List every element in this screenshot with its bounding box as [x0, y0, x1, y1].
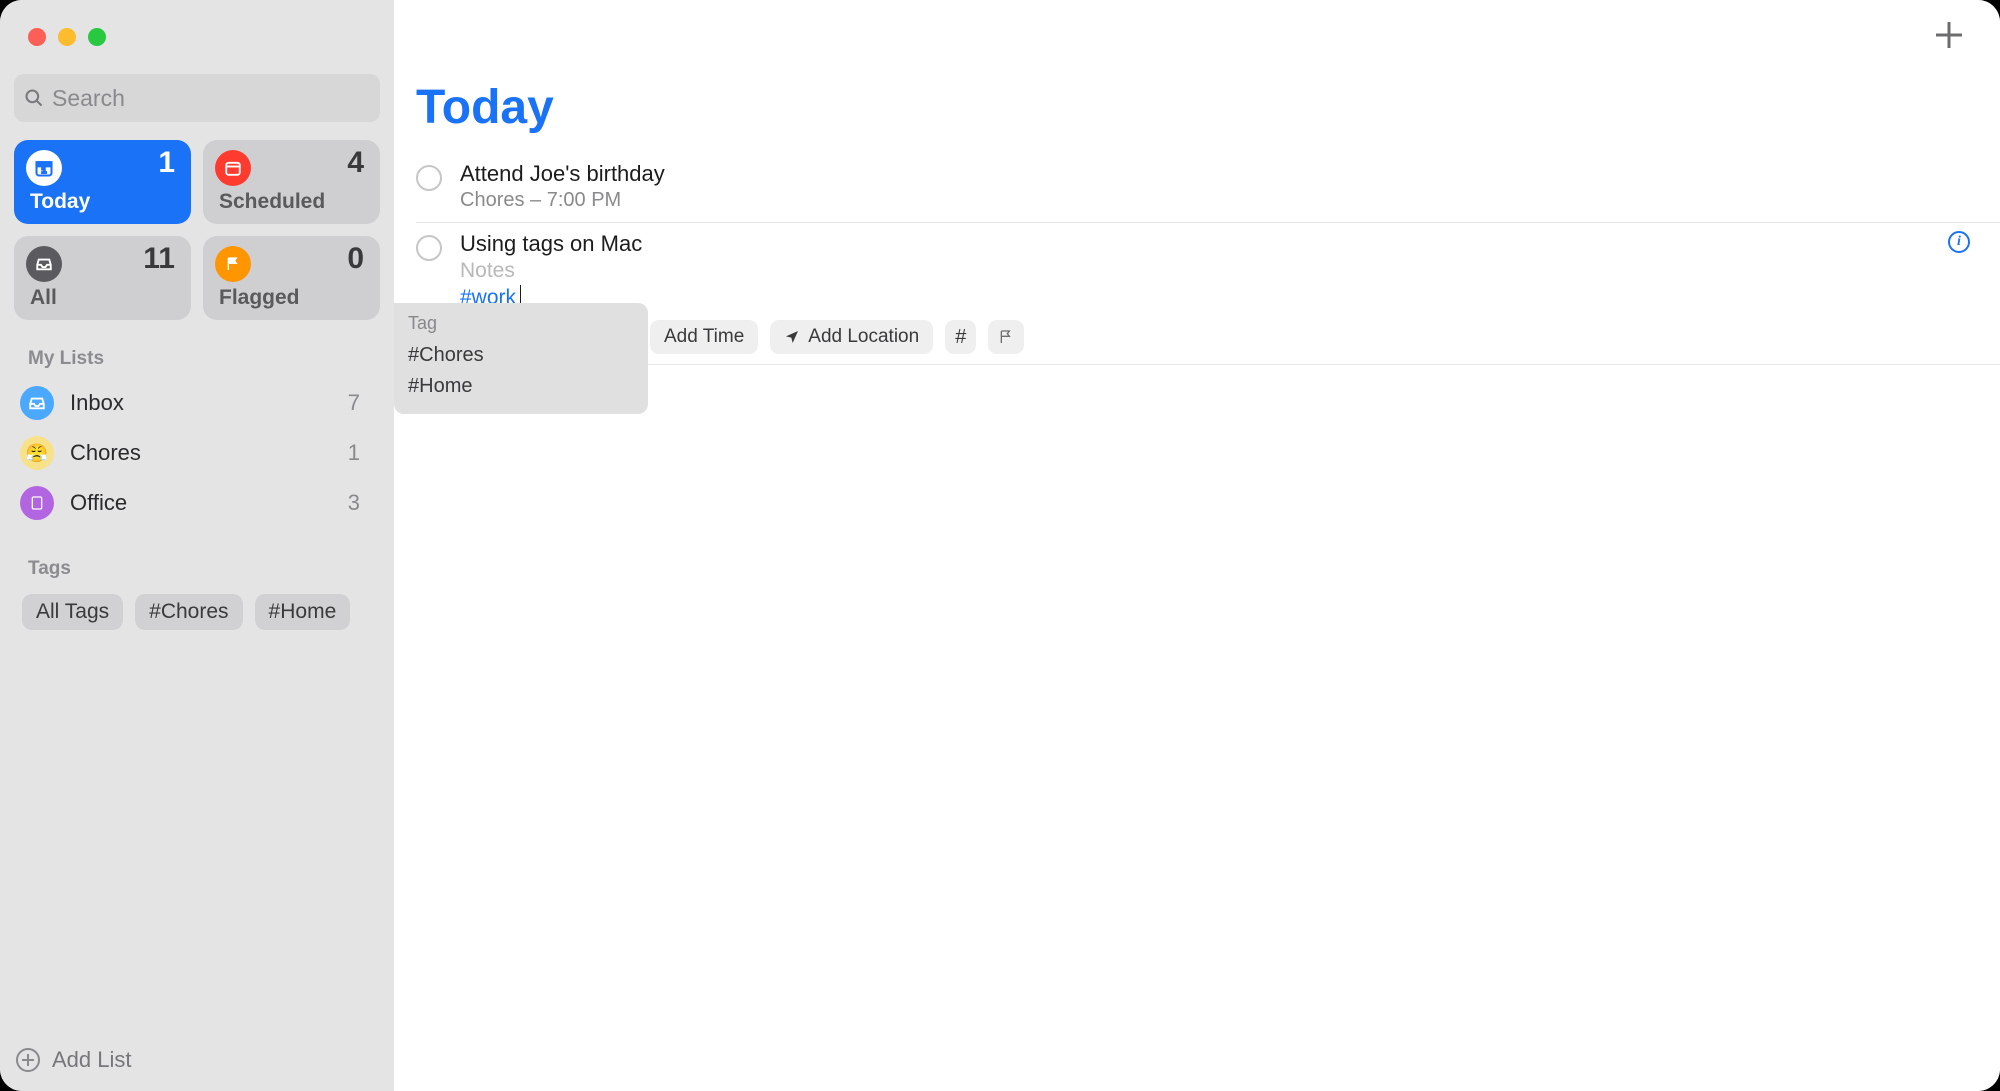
- add-list-label: Add List: [52, 1047, 132, 1073]
- smart-list-label: Flagged: [219, 286, 300, 310]
- new-reminder-button[interactable]: [1934, 20, 1964, 50]
- list-item-office[interactable]: Office 3: [14, 478, 380, 528]
- tag-chip-all[interactable]: All Tags: [22, 594, 123, 630]
- tags-heading: Tags: [0, 530, 394, 586]
- smart-list-today[interactable]: 1 1 Today: [14, 140, 191, 224]
- add-time-button[interactable]: Add Time: [650, 320, 758, 354]
- building-icon: [20, 486, 54, 520]
- page-title: Today: [394, 70, 2000, 153]
- smart-lists-grid: 1 1 Today 4 Scheduled 11 All: [0, 122, 394, 320]
- flag-icon: [215, 246, 251, 282]
- svg-text:1: 1: [42, 165, 47, 175]
- smart-list-count: 11: [143, 242, 175, 276]
- list-item-inbox[interactable]: Inbox 7: [14, 378, 380, 428]
- tray-icon: [26, 246, 62, 282]
- my-lists-heading: My Lists: [0, 320, 394, 376]
- minimize-window-button[interactable]: [58, 28, 76, 46]
- main-panel: Today Attend Joe's birthday Chores – 7:0…: [394, 0, 2000, 1091]
- smart-list-all[interactable]: 11 All: [14, 236, 191, 320]
- add-tag-button[interactable]: #: [945, 320, 976, 354]
- add-location-button[interactable]: Add Location: [770, 320, 933, 354]
- reminder-row: Attend Joe's birthday Chores – 7:00 PM: [416, 153, 2000, 223]
- calendar-today-icon: 1: [26, 150, 62, 186]
- tag-option-home[interactable]: #Home: [408, 371, 634, 402]
- add-location-label: Add Location: [808, 326, 919, 348]
- complete-toggle[interactable]: [416, 165, 442, 191]
- list-item-label: Office: [70, 490, 332, 516]
- emoji-icon: 😤: [20, 436, 54, 470]
- sidebar: 1 1 Today 4 Scheduled 11 All: [0, 0, 394, 1091]
- smart-list-count: 1: [158, 146, 175, 180]
- smart-list-label: Scheduled: [219, 190, 325, 214]
- inline-toolbar: Add Time Add Location #: [650, 310, 1970, 354]
- flag-outline-icon: [998, 329, 1014, 345]
- tag-chip-home[interactable]: #Home: [255, 594, 351, 630]
- reminder-subtitle: Chores – 7:00 PM: [460, 189, 1970, 212]
- location-arrow-icon: [784, 329, 800, 345]
- tag-autocomplete-popup: Tag #Chores #Home: [394, 303, 648, 414]
- search-input[interactable]: [52, 85, 370, 112]
- smart-list-count: 4: [347, 146, 364, 180]
- complete-toggle[interactable]: [416, 235, 442, 261]
- window-controls: [0, 0, 394, 56]
- list-item-chores[interactable]: 😤 Chores 1: [14, 428, 380, 478]
- tag-option-chores[interactable]: #Chores: [408, 340, 634, 371]
- list-item-count: 1: [348, 440, 374, 466]
- list-item-label: Chores: [70, 440, 332, 466]
- flag-button[interactable]: [988, 320, 1024, 354]
- reminder-title[interactable]: Using tags on Mac: [460, 231, 1970, 257]
- add-list-button[interactable]: Add List: [0, 1047, 394, 1091]
- search-field[interactable]: [14, 74, 380, 122]
- tag-popup-heading: Tag: [408, 313, 634, 334]
- reminder-notes-placeholder[interactable]: Notes: [460, 259, 1970, 283]
- smart-list-count: 0: [347, 242, 364, 276]
- list-item-count: 3: [348, 490, 374, 516]
- tag-chip-chores[interactable]: #Chores: [135, 594, 242, 630]
- reminder-row-editing: Using tags on Mac Notes #work Add Time: [416, 223, 2000, 365]
- smart-list-label: Today: [30, 190, 90, 214]
- list-item-count: 7: [348, 390, 374, 416]
- reminder-title[interactable]: Attend Joe's birthday: [460, 161, 1970, 187]
- calendar-icon: [215, 150, 251, 186]
- hashtag-icon: #: [955, 326, 966, 349]
- fullscreen-window-button[interactable]: [88, 28, 106, 46]
- plus-circle-icon: [16, 1048, 40, 1072]
- tray-icon: [20, 386, 54, 420]
- close-window-button[interactable]: [28, 28, 46, 46]
- smart-list-flagged[interactable]: 0 Flagged: [203, 236, 380, 320]
- smart-list-label: All: [30, 286, 57, 310]
- reminder-info-button[interactable]: i: [1948, 231, 1970, 253]
- list-item-label: Inbox: [70, 390, 332, 416]
- smart-list-scheduled[interactable]: 4 Scheduled: [203, 140, 380, 224]
- add-time-label: Add Time: [664, 326, 744, 348]
- search-icon: [24, 88, 44, 108]
